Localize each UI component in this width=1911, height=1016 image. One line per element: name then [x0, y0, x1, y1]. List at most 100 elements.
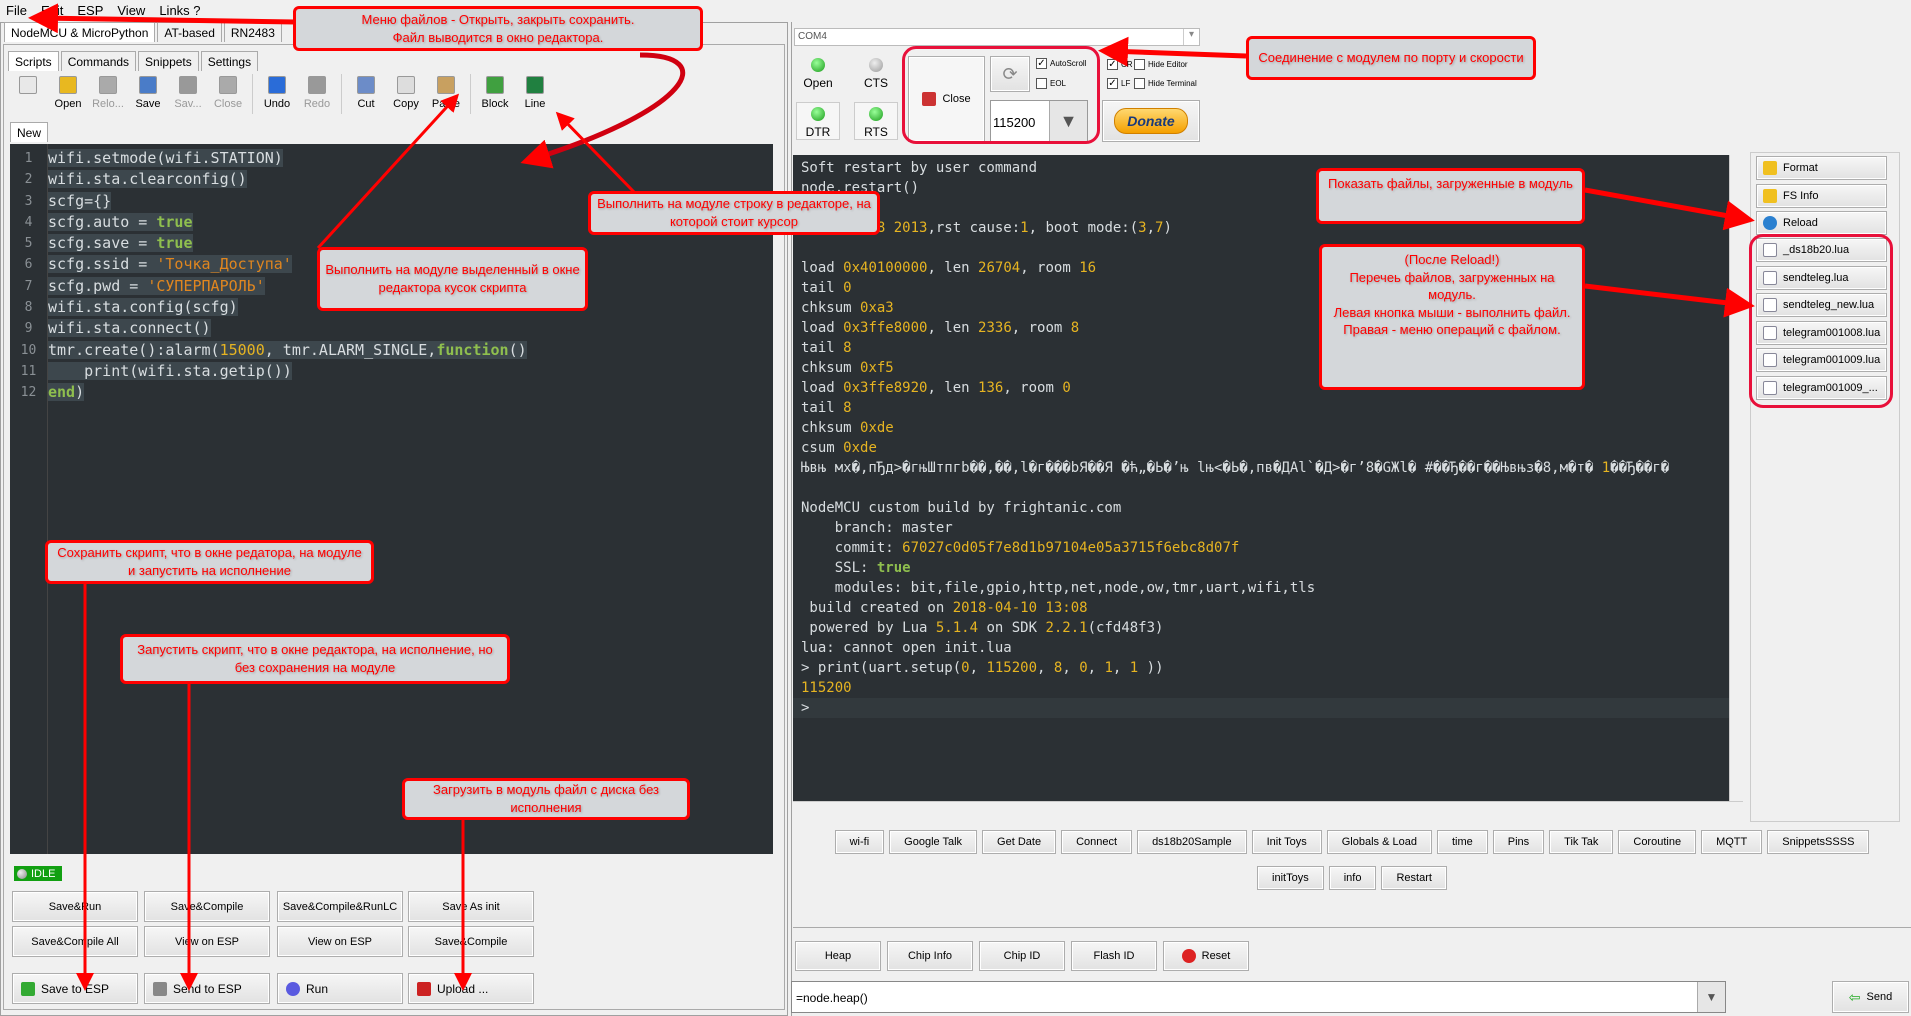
- menu-esp[interactable]: ESP: [77, 3, 103, 18]
- snippet-button[interactable]: initToys: [1257, 866, 1324, 890]
- script-button[interactable]: View on ESP: [277, 926, 403, 957]
- save-to-esp-button[interactable]: Save to ESP: [12, 973, 138, 1004]
- script-button[interactable]: Save&Run: [12, 891, 138, 922]
- terminal-token: , room: [1011, 320, 1071, 336]
- toolbar-button-line[interactable]: Line: [515, 74, 555, 110]
- button-label: Save to ESP: [41, 981, 110, 996]
- upload-button[interactable]: Upload ...: [408, 973, 534, 1004]
- run-button[interactable]: Run: [277, 973, 403, 1004]
- snippet-button[interactable]: info: [1328, 866, 1377, 890]
- chip-id-button[interactable]: Chip ID: [979, 941, 1065, 971]
- script-button[interactable]: Save&Compile: [144, 891, 270, 922]
- tab-main-2[interactable]: RN2483: [223, 22, 282, 42]
- snippet-button[interactable]: Pins: [1492, 830, 1545, 854]
- flash-id-button[interactable]: Flash ID: [1071, 941, 1157, 971]
- snippet-button[interactable]: ds18b20Sample: [1137, 830, 1247, 854]
- fs-button-reload[interactable]: Reload: [1756, 211, 1887, 235]
- tab-main-0[interactable]: NodeMCU & MicroPython: [4, 22, 156, 42]
- script-button[interactable]: Save As init: [408, 891, 534, 922]
- port-select[interactable]: COM4 ▾: [794, 28, 1200, 46]
- annotation-ring-files: [1749, 234, 1893, 408]
- donate-button[interactable]: Donate: [1102, 100, 1200, 142]
- led-open[interactable]: Open: [796, 58, 840, 90]
- snippet-button[interactable]: Get Date: [982, 830, 1057, 854]
- script-button[interactable]: Save&Compile All: [12, 926, 138, 957]
- tab-snippets[interactable]: Snippets: [138, 51, 199, 71]
- paste-icon: [437, 76, 455, 94]
- menu-links[interactable]: Links ?: [159, 3, 200, 18]
- script-button[interactable]: View on ESP: [144, 926, 270, 957]
- snippet-button[interactable]: Coroutine: [1618, 830, 1697, 854]
- rts-toggle[interactable]: RTS: [854, 102, 898, 140]
- menu-file[interactable]: File: [6, 3, 27, 18]
- terminal-token: 0x40100000: [843, 260, 928, 276]
- snippet-button[interactable]: Google Talk: [889, 830, 978, 854]
- toolbar-button-new[interactable]: [8, 74, 48, 98]
- line-number: 1: [24, 151, 33, 166]
- lf-checkbox[interactable]: ✓ LF: [1107, 78, 1130, 89]
- script-button[interactable]: Save&Compile&RunLC: [277, 891, 403, 922]
- code-token: tmr.create():alarm(: [48, 340, 220, 359]
- fs-button-format[interactable]: Format: [1756, 156, 1887, 180]
- snippet-button[interactable]: wi-fi: [834, 830, 885, 854]
- terminal-token: 8: [843, 340, 852, 356]
- tab-main-1[interactable]: AT-based: [157, 22, 222, 42]
- toolbar-button-copy[interactable]: Copy: [386, 74, 426, 110]
- snippet-button[interactable]: Globals & Load: [1326, 830, 1432, 854]
- checkbox-label: LF: [1121, 79, 1131, 88]
- fs-button-fs-info[interactable]: FS Info: [1756, 183, 1887, 208]
- code-line: scfg.auto = true: [48, 212, 527, 233]
- cr-checkbox[interactable]: ✓ CR: [1107, 59, 1133, 70]
- code-token: wifi.setmode(wifi.STATION): [48, 149, 283, 167]
- send-button[interactable]: ⇦ Send: [1832, 981, 1909, 1013]
- terminal-line: build created on 2018-04-10 13:08: [793, 598, 1743, 618]
- snippet-button[interactable]: Init Toys: [1251, 830, 1322, 854]
- command-input[interactable]: =node.heap() ▼: [791, 981, 1726, 1013]
- tab-commands[interactable]: Commands: [60, 51, 137, 71]
- toolbar-label: Save: [135, 98, 161, 110]
- dtr-toggle[interactable]: DTR: [796, 102, 840, 140]
- toolbar-button-redo[interactable]: Redo: [297, 74, 337, 110]
- reset-button[interactable]: Reset: [1163, 941, 1249, 971]
- annotation-connection: Соединение с модулем по порту и скорости: [1246, 36, 1536, 80]
- toolbar-button-relo[interactable]: Relo...: [88, 74, 128, 110]
- toolbar-button-close[interactable]: Close: [208, 74, 248, 110]
- chip-info-button[interactable]: Chip Info: [887, 941, 973, 971]
- snippet-button[interactable]: SnippetsSSSS: [1767, 830, 1870, 854]
- checkbox-label: CR: [1121, 60, 1133, 69]
- tab-scripts[interactable]: Scripts: [8, 51, 59, 71]
- snippet-button[interactable]: MQTT: [1701, 830, 1763, 854]
- toolbar-button-block[interactable]: Block: [475, 74, 515, 110]
- terminal-token: 67027c0d05f7e8d1b97104e05a3715f6ebc8d07f: [902, 540, 1240, 556]
- terminal-token: , boot mode:(: [1028, 220, 1139, 236]
- terminal-token: 16: [1079, 260, 1097, 276]
- terminal-line: 115200: [793, 678, 1743, 698]
- heap-button[interactable]: Heap: [795, 941, 881, 971]
- toolbar-button-cut[interactable]: Cut: [346, 74, 386, 110]
- vertical-scrollbar[interactable]: [1729, 155, 1743, 801]
- code-token: scfg.save =: [48, 234, 157, 253]
- tab-new-file[interactable]: New: [10, 122, 49, 142]
- terminal-output[interactable]: Soft restart by user command node.restart…: [793, 155, 1743, 815]
- toolbar-button-save[interactable]: Save: [128, 74, 168, 110]
- toolbar-button-undo[interactable]: Undo: [257, 74, 297, 110]
- hide-terminal-checkbox[interactable]: Hide Terminal: [1134, 78, 1197, 89]
- toolbar-button-sav[interactable]: Sav...: [168, 74, 208, 110]
- terminal-token: 115200: [801, 680, 852, 696]
- toolbar-label: Open: [54, 98, 82, 110]
- snippet-button[interactable]: Connect: [1061, 830, 1133, 854]
- tab-settings[interactable]: Settings: [200, 51, 259, 71]
- hide-editor-checkbox[interactable]: Hide Editor: [1134, 59, 1188, 70]
- script-button[interactable]: Save&Compile: [408, 926, 534, 957]
- snippet-button[interactable]: time: [1436, 830, 1488, 854]
- send-to-esp-button[interactable]: Send to ESP: [144, 973, 270, 1004]
- button-label: Flash ID: [1093, 950, 1135, 962]
- menu-view[interactable]: View: [117, 3, 145, 18]
- toolbar-button-open[interactable]: Open: [48, 74, 88, 110]
- terminal-token: 1: [1601, 460, 1611, 476]
- menu-edit[interactable]: Edit: [41, 3, 63, 18]
- toolbar-button-paste[interactable]: Paste: [426, 74, 466, 110]
- snippet-button[interactable]: Tik Tak: [1549, 830, 1614, 854]
- snippet-button[interactable]: Restart: [1381, 866, 1447, 890]
- horizontal-scrollbar[interactable]: [793, 801, 1743, 815]
